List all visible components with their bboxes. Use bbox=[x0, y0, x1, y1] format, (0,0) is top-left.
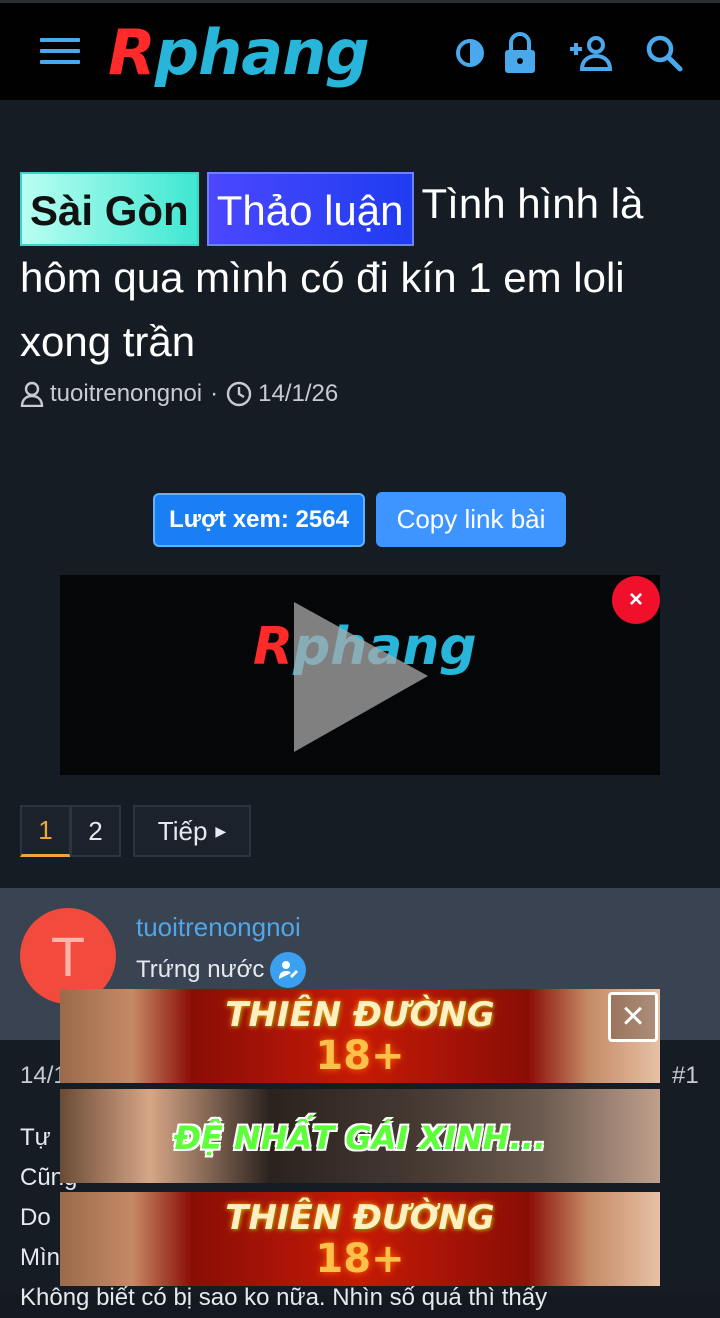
lock-icon[interactable] bbox=[502, 31, 538, 75]
user-icon bbox=[20, 381, 44, 407]
ad-banner-1-number: 18+ bbox=[315, 1033, 405, 1079]
ad-banner-3-text: THIÊN ĐƯỜNG bbox=[225, 1198, 495, 1238]
ad-banner-3[interactable]: THIÊN ĐƯỜNG 18+ bbox=[60, 1192, 660, 1286]
ad-banner-2[interactable]: ĐỆ NHẤT GÁI XINH... bbox=[60, 1089, 660, 1183]
verified-user-icon bbox=[270, 952, 307, 988]
top-navbar: Rphang bbox=[0, 0, 720, 100]
meta-separator: · bbox=[210, 380, 219, 407]
contrast-icon[interactable] bbox=[454, 31, 486, 75]
add-user-icon[interactable] bbox=[566, 31, 616, 75]
copy-link-button[interactable]: Copy link bài bbox=[376, 492, 566, 547]
post-username[interactable]: tuoitrenongnoi bbox=[136, 912, 301, 943]
video-player[interactable]: Rphang bbox=[60, 575, 660, 775]
caret-right-icon: ▶ bbox=[215, 822, 227, 839]
views-counter: Lượt xem: 2564 bbox=[153, 493, 365, 547]
pagination: 1 2 Tiếp ▶ bbox=[20, 805, 251, 857]
ad-banner-1-text: THIÊN ĐƯỜNG bbox=[225, 995, 495, 1035]
next-page-button[interactable]: Tiếp ▶ bbox=[133, 805, 251, 857]
video-close-button[interactable]: × bbox=[612, 576, 660, 624]
tag-thaoluan[interactable]: Thảo luận bbox=[206, 172, 414, 246]
post-number[interactable]: #1 bbox=[672, 1062, 699, 1090]
menu-icon[interactable] bbox=[40, 38, 80, 68]
thread-title: Sài Gòn Thảo luận Tình hình là hôm qua mìn… bbox=[20, 172, 700, 374]
site-logo[interactable]: Rphang bbox=[108, 19, 428, 87]
page-1-button[interactable]: 1 bbox=[20, 805, 71, 857]
ad-banner-3-number: 18+ bbox=[315, 1236, 405, 1282]
tag-saigon[interactable]: Sài Gòn bbox=[20, 172, 199, 246]
search-icon[interactable] bbox=[644, 31, 684, 75]
ad-close-button[interactable]: × bbox=[608, 992, 658, 1042]
thread-date[interactable]: 14/1/26 bbox=[258, 380, 338, 408]
post-user-title: Trứng nước bbox=[136, 952, 307, 988]
thread-meta: tuoitrenongnoi · 14/1/26 bbox=[20, 376, 338, 412]
page-2-button[interactable]: 2 bbox=[70, 805, 121, 857]
thread-author[interactable]: tuoitrenongnoi bbox=[50, 380, 202, 408]
play-icon[interactable] bbox=[292, 600, 432, 755]
clock-icon bbox=[226, 381, 252, 407]
ad-banner-2-text: ĐỆ NHẤT GÁI XINH... bbox=[173, 1119, 547, 1157]
ad-banner-1[interactable]: THIÊN ĐƯỜNG 18+ bbox=[60, 989, 660, 1083]
